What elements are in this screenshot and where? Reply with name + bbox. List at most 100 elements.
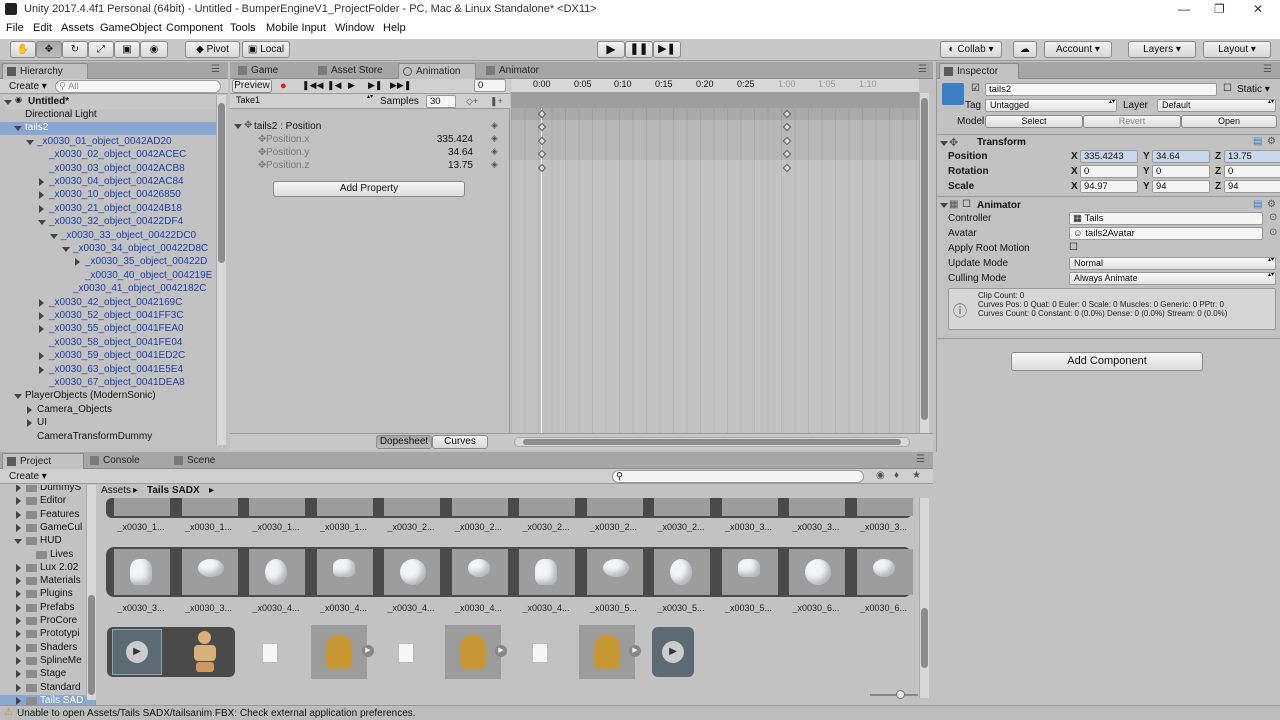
mesh-asset-thumb[interactable] — [181, 549, 238, 595]
account-dropdown[interactable]: Account ▾ — [1044, 41, 1112, 58]
expand-arrow-icon[interactable] — [14, 394, 22, 400]
tab-asset-store[interactable]: Asset Store — [314, 63, 394, 79]
play-anim-icon[interactable]: ▶ — [348, 80, 355, 91]
tab-console[interactable]: Console — [86, 453, 156, 469]
asset-scrollbar[interactable] — [919, 498, 929, 698]
active-checkbox[interactable]: ☑ — [971, 83, 980, 94]
transform-z-field[interactable]: 0 — [1224, 165, 1280, 178]
folder-arrow-icon[interactable] — [16, 485, 21, 492]
tab-inspector[interactable]: Inspector — [939, 63, 1019, 79]
component-settings-icon[interactable]: ⚙ — [1267, 199, 1276, 210]
prev-key-icon[interactable]: ❚◀ — [327, 80, 341, 91]
cloud-icon[interactable]: ☁ — [1013, 41, 1037, 58]
pause-button[interactable]: ❚❚ — [625, 41, 653, 58]
add-component-button[interactable]: Add Component — [1011, 352, 1203, 371]
collab-dropdown[interactable]: ◐ Collab ▾ — [940, 41, 1002, 58]
panel-menu-icon[interactable]: ☰ — [1263, 64, 1272, 75]
culling-mode-dropdown[interactable]: Always Animate — [1069, 272, 1276, 285]
folder-arrow-icon[interactable] — [16, 670, 21, 679]
asset-label[interactable]: _x0030_3... — [785, 522, 847, 532]
folder-arrow-icon[interactable] — [16, 643, 21, 652]
update-mode-dropdown[interactable]: Normal — [1069, 257, 1276, 270]
folder-item[interactable]: Features — [0, 509, 95, 522]
timeline-ruler[interactable]: 0:00 0:05 0:10 0:15 0:20 0:25 1:00 1:05 1:10 — [511, 79, 919, 93]
expand-arrow-icon[interactable] — [50, 233, 58, 239]
menu-mobile-input[interactable]: Mobile Input — [266, 22, 326, 34]
hierarchy-scrollbar[interactable] — [216, 95, 226, 445]
folder-arrow-icon[interactable] — [16, 603, 21, 612]
hierarchy-item[interactable]: _x0030_59_object_0041ED2C — [0, 350, 216, 363]
hierarchy-item[interactable]: UI — [0, 417, 216, 430]
add-event-icon[interactable]: ❚+ — [490, 96, 503, 107]
collapse-arrow-icon[interactable] — [39, 352, 44, 361]
scene-row[interactable]: ◉ Untitled* — [4, 95, 216, 109]
asset-label[interactable]: _x0030_3... — [718, 522, 780, 532]
folder-item[interactable]: Prefabs — [0, 602, 95, 615]
property-value[interactable]: 13.75 — [448, 160, 473, 171]
animator-fold-arrow-icon[interactable] — [940, 203, 948, 208]
transform-tool-icon[interactable]: ◉ — [140, 41, 168, 58]
folder-item[interactable]: Standard — [0, 682, 95, 695]
axis-label[interactable]: X — [1071, 151, 1078, 162]
mesh-asset-thumb[interactable] — [181, 498, 238, 516]
asset-label[interactable]: _x0030_6... — [853, 603, 915, 613]
object-picker-icon[interactable]: ⊙ — [1269, 212, 1277, 223]
mesh-asset-thumb[interactable] — [586, 498, 643, 516]
favorite-star-icon[interactable]: ★ — [912, 470, 921, 481]
expand-asset-icon[interactable]: ▶ — [362, 645, 374, 657]
folder-item[interactable]: Tails SAD — [0, 694, 95, 705]
folder-item[interactable]: SplineMe — [0, 655, 95, 668]
keyframe-diamond-icon[interactable]: ◈ — [491, 120, 498, 131]
hierarchy-item[interactable]: _x0030_10_object_00426850 — [0, 189, 216, 202]
frame-field[interactable]: 0 — [474, 79, 506, 92]
folder-arrow-icon[interactable] — [16, 617, 21, 625]
rotate-tool-icon[interactable]: ↻ — [62, 41, 88, 58]
keyframe-diamond-icon[interactable]: ◈ — [491, 146, 498, 157]
asset-label[interactable]: _x0030_3... — [110, 603, 172, 613]
collapse-arrow-icon[interactable] — [39, 178, 44, 186]
collapse-arrow-icon[interactable] — [27, 419, 32, 428]
mesh-asset-thumb[interactable] — [519, 498, 575, 516]
property-value[interactable]: 335.424 — [437, 134, 473, 145]
folder-item[interactable]: Plugins — [0, 588, 95, 601]
axis-label[interactable]: Z — [1215, 151, 1221, 162]
first-key-icon[interactable]: ❚◀◀ — [302, 80, 323, 91]
axis-label[interactable]: Z — [1215, 166, 1221, 177]
asset-label[interactable]: _x0030_4... — [515, 603, 577, 613]
folder-item[interactable]: Shaders — [0, 642, 95, 655]
asset-label[interactable]: _x0030_1... — [178, 522, 240, 532]
property-name[interactable]: Position.y — [266, 147, 309, 158]
hierarchy-item[interactable]: _x0030_63_object_0041E5E4 — [0, 364, 216, 377]
folder-item[interactable]: Prototypi — [0, 628, 95, 641]
mesh-asset-thumb[interactable] — [384, 549, 440, 595]
mesh-asset-thumb[interactable] — [789, 549, 845, 595]
collapse-arrow-icon[interactable] — [39, 204, 44, 213]
play-circle-icon[interactable]: ▶ — [662, 641, 684, 663]
folder-item[interactable]: GameCul — [0, 522, 95, 535]
keyframe-icon[interactable] — [537, 163, 547, 173]
transform-fold-arrow-icon[interactable] — [940, 141, 948, 146]
collapse-arrow-icon[interactable] — [39, 365, 44, 374]
static-dropdown[interactable]: Static ▾ — [1237, 84, 1270, 95]
hierarchy-create-dropdown[interactable]: Create ▾ — [9, 81, 47, 92]
collapse-arrow-icon[interactable] — [75, 258, 80, 267]
mesh-asset-thumb[interactable] — [384, 498, 440, 516]
hierarchy-item[interactable]: _x0030_58_object_0041FE04 — [0, 337, 216, 350]
asset-label[interactable]: _x0030_3... — [178, 603, 240, 613]
model-thumb[interactable] — [579, 625, 635, 679]
asset-label[interactable]: _x0030_5... — [718, 603, 780, 613]
static-checkbox[interactable]: ☐ — [1223, 83, 1232, 94]
rect-tool-icon[interactable]: ▣ — [114, 41, 140, 58]
layout-dropdown[interactable]: Layout ▾ — [1203, 41, 1271, 58]
transform-y-field[interactable]: 34.64 — [1152, 150, 1210, 163]
hierarchy-item[interactable]: _x0030_33_object_00422DC0 — [0, 230, 216, 243]
asset-label[interactable]: _x0030_5... — [583, 603, 645, 613]
hierarchy-scroll-thumb[interactable] — [218, 103, 225, 263]
property-value[interactable]: 34.64 — [448, 147, 473, 158]
status-message[interactable]: Unable to open Assets/Tails SADX/tailsan… — [17, 708, 416, 719]
anim-clip-asset[interactable]: ▶ — [652, 627, 694, 677]
expand-arrow-icon[interactable] — [26, 139, 34, 145]
axis-label[interactable]: Y — [1143, 166, 1150, 177]
mesh-asset-thumb[interactable] — [789, 498, 845, 516]
tab-scene[interactable]: Scene — [170, 453, 230, 469]
